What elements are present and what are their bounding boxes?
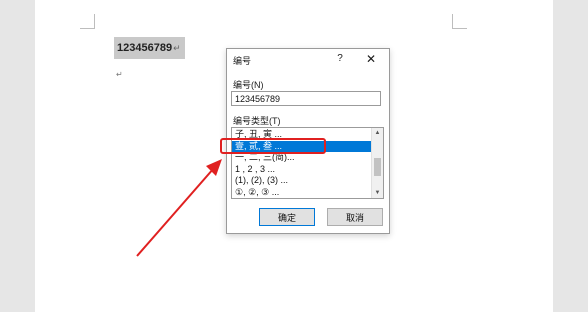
scroll-down-icon[interactable]: ▼	[372, 188, 383, 198]
close-icon[interactable]: ✕	[363, 51, 379, 67]
scroll-thumb[interactable]	[374, 158, 381, 176]
help-button[interactable]: ?	[333, 51, 347, 67]
cancel-button[interactable]: 取消	[327, 208, 383, 226]
number-input[interactable]: 123456789	[231, 91, 381, 106]
number-label: 编号(N)	[233, 80, 264, 90]
page-corner-mark-left	[80, 14, 95, 29]
number-type-label: 编号类型(T)	[233, 116, 281, 126]
annotation-highlight-box	[220, 138, 326, 154]
scroll-up-icon[interactable]: ▲	[372, 128, 383, 138]
empty-paragraph-mark: ↵	[116, 70, 123, 79]
dialog-title: 编号	[233, 56, 252, 66]
number-type-item[interactable]: (1), (2), (3) ...	[232, 175, 372, 187]
paragraph-mark: ↵	[173, 43, 181, 53]
number-type-item[interactable]: ①, ②, ③ ...	[232, 187, 372, 199]
list-scrollbar[interactable]: ▲ ▼	[371, 128, 383, 198]
ok-button[interactable]: 确定	[259, 208, 315, 226]
page-corner-mark-right	[452, 14, 467, 29]
number-type-item[interactable]: 1 , 2 , 3 ...	[232, 164, 372, 176]
screen: 123456789↵ ↵ 编号 ? ✕ 编号(N) 123456789 编号类型…	[0, 0, 588, 312]
selected-document-text[interactable]: 123456789↵	[114, 37, 185, 59]
